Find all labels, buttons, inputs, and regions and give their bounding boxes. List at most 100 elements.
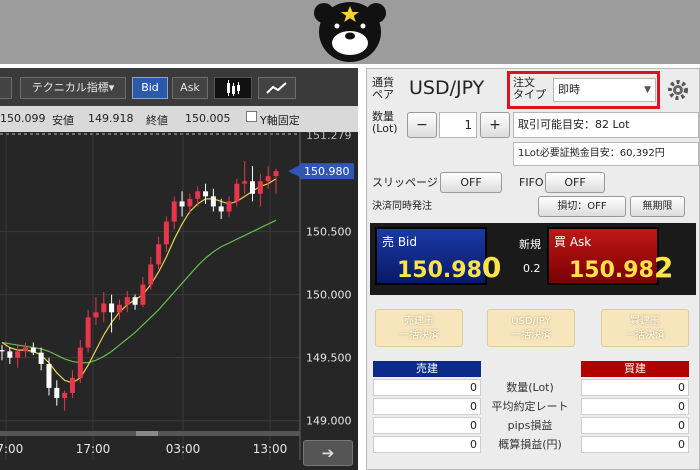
candle-body — [46, 363, 52, 388]
table-row-label: 数量(Lot) — [506, 381, 554, 394]
table-sell-cell: 0 — [373, 417, 481, 434]
margin-per-lot: 1Lot必要証拠金目安：60,392円 — [513, 142, 699, 166]
bid-toggle[interactable]: Bid — [132, 77, 168, 99]
technical-indicator-dropdown[interactable]: テクニカル指標▾ — [20, 77, 126, 99]
table-sell-cell: 0 — [373, 379, 481, 396]
candle-body — [7, 351, 13, 358]
table-buy-header: 買建 — [581, 361, 689, 377]
table-sell-cell: 0 — [373, 398, 481, 415]
candle-body — [195, 191, 201, 199]
candle-body — [163, 221, 169, 245]
y-axis-fix-checkbox[interactable] — [246, 111, 257, 122]
candle-body — [116, 304, 122, 313]
candle-body — [234, 183, 240, 202]
gear-icon[interactable] — [666, 78, 690, 102]
y-tick-label: 149.500 — [306, 352, 352, 365]
candle-body — [30, 347, 36, 353]
close-value: 150.005 — [185, 112, 231, 125]
sell-bid-button[interactable]: 売 Bid 150.980 — [375, 227, 501, 285]
line-chart-icon[interactable] — [258, 77, 296, 99]
x-tick-label: 03:00 — [166, 442, 201, 456]
pair-settle-button[interactable]: USD/JPY 一括決済 — [487, 309, 575, 347]
candle-body — [109, 303, 115, 313]
slippage-toggle[interactable]: OFF — [440, 172, 502, 193]
sell-price: 150.980 — [397, 251, 502, 284]
table-buy-cell: 0 — [581, 379, 689, 396]
table-buy-cell: 0 — [581, 398, 689, 415]
no-limit-button[interactable]: 無期限 — [630, 196, 685, 217]
candle-body — [203, 191, 209, 197]
order-panel: 通貨 ペア USD/JPY 注文 タイプ 即時 ▼ 数量 (Lot) − 1 +… — [366, 68, 700, 470]
candle-body — [0, 350, 5, 352]
chevron-down-icon: ▼ — [644, 85, 651, 95]
candle-body — [171, 201, 177, 222]
candle-body — [226, 201, 232, 212]
low-value: 149.918 — [88, 112, 134, 125]
candle-body — [250, 181, 256, 194]
candle-body — [273, 171, 279, 177]
sell-position-settle-button[interactable]: 売建玉 一括決済 — [375, 309, 463, 347]
buy-ask-label: 買 Ask — [554, 235, 592, 249]
y-tick-label: 150.500 — [306, 226, 352, 239]
candle-body — [265, 176, 271, 182]
candle-body — [85, 317, 91, 348]
buy-ask-button[interactable]: 買 Ask 150.982 — [547, 227, 673, 285]
candlestick-icon[interactable] — [214, 77, 252, 99]
time-scroll-thumb — [136, 431, 158, 436]
chart-background — [0, 132, 358, 470]
fifo-label: FIFO — [519, 176, 544, 189]
slippage-label: スリッページ — [372, 176, 438, 189]
candle-body — [257, 181, 263, 194]
candle-body — [242, 181, 248, 184]
x-tick-label: 17:00 — [76, 442, 111, 456]
new-order-label: 新規 — [519, 238, 541, 251]
sell-bid-label: 売 Bid — [382, 235, 417, 249]
quantity-label: 数量 (Lot) — [372, 110, 398, 135]
candle-body — [77, 347, 83, 378]
candle-body — [179, 201, 185, 207]
pair-name: USD/JPY — [409, 77, 485, 99]
table-sell-header: 売建 — [373, 361, 481, 377]
toolbar-prev-button[interactable] — [0, 77, 12, 99]
candle-body — [156, 244, 162, 265]
spread-value: 0.2 — [523, 262, 541, 275]
stop-loss-button[interactable]: 損切：OFF — [538, 196, 626, 217]
fifo-toggle[interactable]: OFF — [545, 172, 605, 193]
ask-toggle[interactable]: Ask — [172, 77, 208, 99]
quantity-minus-button[interactable]: − — [407, 112, 437, 138]
candle-body — [38, 352, 44, 364]
buy-position-settle-button[interactable]: 買建玉 一括決済 — [601, 309, 689, 347]
order-type-select[interactable]: 即時 ▼ — [553, 78, 656, 102]
buy-price: 150.982 — [569, 251, 674, 284]
close-label: 終値 — [146, 114, 168, 127]
candle-body — [62, 392, 68, 399]
table-row-label: 平均約定レート — [491, 400, 569, 413]
chart-panel: テクニカル指標▾ Bid Ask 150.099 安値 149.918 終値 1… — [0, 68, 358, 470]
candle-body — [124, 297, 130, 305]
candle-body — [210, 196, 216, 207]
ohlc-bar: 150.099 安値 149.918 終値 150.005 Y軸固定 — [0, 106, 358, 132]
y-tick-label: 149.000 — [306, 415, 352, 428]
scroll-right-icon[interactable]: ➔ — [303, 440, 353, 466]
tradable-lots: 取引可能目安：82 Lot — [513, 112, 699, 138]
order-type-label: 注文 タイプ — [513, 76, 546, 101]
y-top-label: 151.279 — [306, 132, 352, 142]
candle-body — [54, 387, 60, 399]
current-price-label: 150.980 — [304, 165, 350, 178]
candle-body — [93, 312, 99, 318]
table-buy-cell: 0 — [581, 436, 689, 453]
bear-mascot-icon — [314, 2, 386, 62]
x-tick-label: 13:00 — [253, 442, 288, 456]
settle-order-label: 決済同時発注 — [372, 201, 432, 212]
chart-toolbar: テクニカル指標▾ Bid Ask — [0, 68, 358, 106]
price-chart[interactable]: 149.000 149.500 150.000 150.500 151.279 07:00… — [0, 132, 358, 470]
table-buy-cell: 0 — [581, 417, 689, 434]
quantity-input[interactable]: 1 — [439, 112, 477, 138]
candle-body — [15, 351, 21, 358]
table-row-label: pips損益 — [507, 419, 553, 432]
order-type-value: 即時 — [558, 83, 580, 96]
candle-body — [101, 303, 107, 313]
quantity-plus-button[interactable]: + — [480, 112, 510, 138]
candle-body — [22, 347, 28, 352]
table-sell-cell: 0 — [373, 436, 481, 453]
